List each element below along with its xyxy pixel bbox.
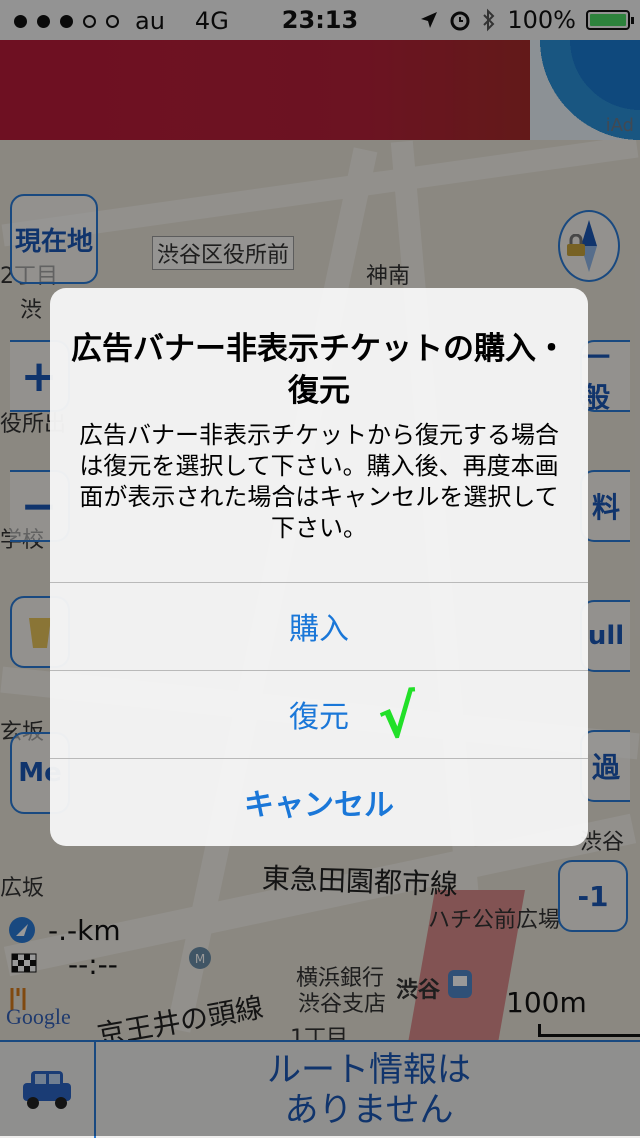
restore-button[interactable]: 復元 √ [50,670,588,757]
purchase-restore-dialog: 広告バナー非表示チケットの購入・復元 広告バナー非表示チケットから復元する場合は… [50,288,588,846]
check-mark-icon: √ [375,681,420,753]
restore-button-label: 復元 [289,700,349,735]
dialog-message: 広告バナー非表示チケットから復元する場合は復元を選択して下さい。購入後、再度本画… [79,421,559,542]
cancel-button-label: キャンセル [244,788,394,823]
dialog-title: 広告バナー非表示チケットの購入・復元 [71,331,567,409]
purchase-button[interactable]: 購入 [50,582,588,669]
cancel-button[interactable]: キャンセル [50,758,588,845]
purchase-button-label: 購入 [289,612,349,647]
